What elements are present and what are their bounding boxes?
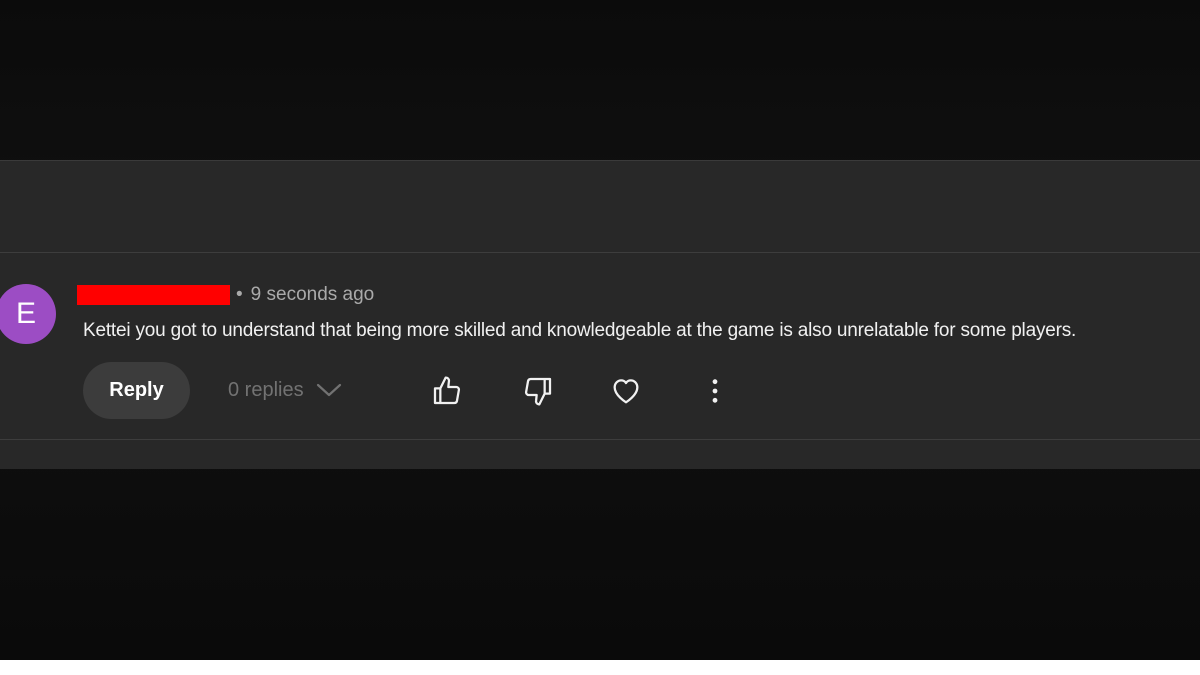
comment-text: Kettei you got to understand that being … <box>83 320 1077 341</box>
comment-panel: E • 9 seconds ago Kettei you got to unde… <box>0 160 1200 469</box>
more-actions-button[interactable] <box>695 371 735 411</box>
screenshot-frame: E • 9 seconds ago Kettei you got to unde… <box>0 0 1200 660</box>
divider <box>0 439 1200 440</box>
more-vertical-icon <box>712 379 718 403</box>
meta-separator: • <box>236 284 243 305</box>
like-button[interactable] <box>427 371 467 411</box>
redacted-username <box>77 285 230 305</box>
replies-count: 0 replies <box>228 378 304 401</box>
heart-icon <box>613 379 639 404</box>
thumbs-up-icon <box>433 376 461 405</box>
comment-meta: • 9 seconds ago <box>77 283 374 307</box>
thumbs-down-icon <box>524 377 552 406</box>
chevron-down-icon <box>316 383 341 397</box>
dislike-button[interactable] <box>518 371 558 411</box>
avatar[interactable]: E <box>0 284 56 344</box>
heart-button[interactable] <box>606 371 646 411</box>
comment-timestamp[interactable]: 9 seconds ago <box>251 284 375 306</box>
divider <box>0 252 1200 253</box>
reply-button[interactable]: Reply <box>83 362 190 419</box>
replies-toggle[interactable]: 0 replies <box>228 375 342 405</box>
